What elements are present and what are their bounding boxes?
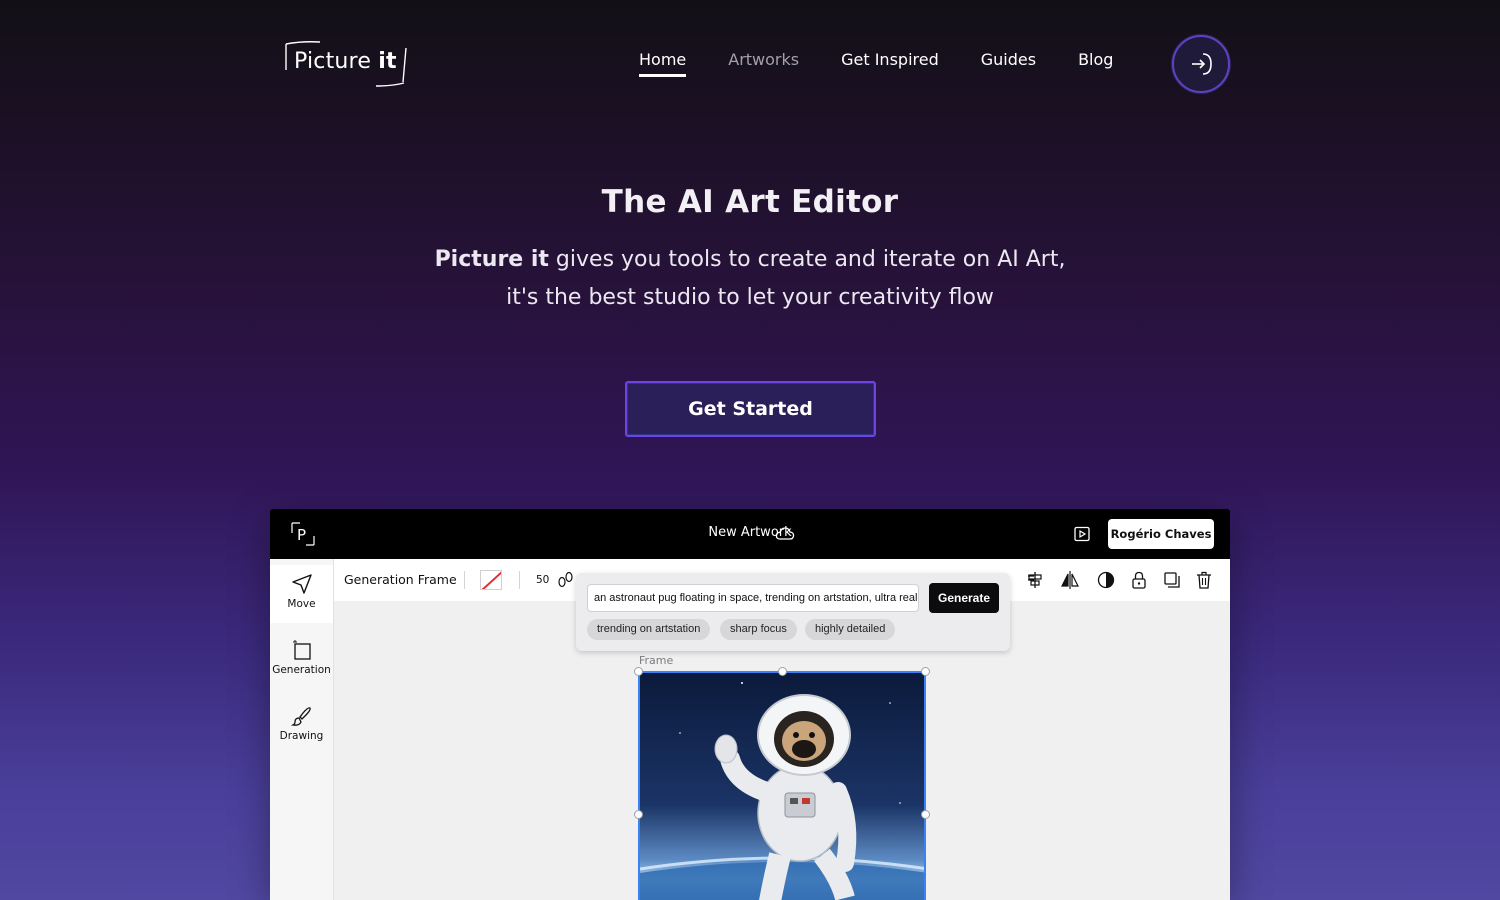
- tool-generation[interactable]: Generation: [270, 631, 333, 689]
- prompt-suggestion-chip[interactable]: trending on artstation: [587, 619, 711, 640]
- duplicate-icon[interactable]: [1162, 570, 1182, 590]
- frame-icon: [292, 640, 311, 660]
- hero-subtitle-line1: Picture it gives you tools to create and…: [434, 247, 1066, 272]
- prompt-suggestion-chip[interactable]: highly detailed: [805, 619, 896, 640]
- hero-title: The AI Art Editor: [601, 184, 899, 220]
- prompt-panel: an astronaut pug floating in space, tren…: [576, 573, 1010, 651]
- lock-icon[interactable]: [1130, 570, 1148, 590]
- top-nav: Picture it Home Artworks Get Inspired Gu…: [0, 0, 1500, 128]
- align-center-icon[interactable]: [1025, 570, 1045, 590]
- prompt-suggestion-chip[interactable]: sharp focus: [720, 619, 797, 640]
- trash-icon[interactable]: [1195, 570, 1213, 590]
- tool-sidebar: Move Generation Drawing: [270, 559, 334, 900]
- nav-link-blog[interactable]: Blog: [1078, 50, 1113, 77]
- no-color-icon: [481, 571, 501, 589]
- tool-drawing-label: Drawing: [279, 730, 324, 742]
- frame-label: Frame: [639, 654, 674, 667]
- tool-drawing[interactable]: Drawing: [270, 697, 333, 755]
- contrast-icon[interactable]: [1096, 570, 1116, 590]
- toolbar-divider: [519, 571, 520, 589]
- footsteps-icon[interactable]: [556, 570, 574, 590]
- cloud-sync-icon: [775, 527, 795, 540]
- toolbar-selection-label: Generation Frame: [344, 572, 457, 587]
- get-started-button[interactable]: Get Started: [625, 381, 876, 437]
- tool-move-label: Move: [287, 598, 316, 610]
- steps-value[interactable]: 50: [536, 574, 549, 586]
- app-preview: P New Artwork Rogério Chaves Move Genera…: [270, 509, 1230, 900]
- login-button[interactable]: [1172, 35, 1230, 93]
- resize-handle[interactable]: [778, 667, 787, 676]
- resize-handle[interactable]: [921, 810, 930, 819]
- tool-generation-label: Generation: [272, 664, 331, 676]
- brush-icon: [290, 707, 311, 726]
- present-icon[interactable]: [1073, 525, 1091, 543]
- nav-link-guides[interactable]: Guides: [981, 50, 1036, 77]
- picture-it-logo[interactable]: Picture it: [282, 40, 412, 90]
- resize-handle[interactable]: [634, 667, 643, 676]
- login-arrow-icon: [1192, 53, 1212, 75]
- hero-subtitle: Picture it gives you tools to create and…: [0, 241, 1500, 317]
- nav-links: Home Artworks Get Inspired Guides Blog: [639, 50, 1113, 77]
- app-top-bar: P New Artwork Rogério Chaves: [270, 509, 1230, 559]
- color-swatch[interactable]: [480, 570, 502, 590]
- nav-link-get-inspired[interactable]: Get Inspired: [841, 50, 939, 77]
- resize-handle[interactable]: [634, 810, 643, 819]
- cursor-arrow-icon: [291, 574, 312, 594]
- nav-link-home[interactable]: Home: [639, 50, 687, 77]
- resize-handle[interactable]: [921, 667, 930, 676]
- generate-button[interactable]: Generate: [929, 583, 999, 613]
- user-account-button[interactable]: Rogério Chaves: [1108, 519, 1214, 549]
- prompt-input[interactable]: an astronaut pug floating in space, tren…: [587, 584, 919, 612]
- hero-subtitle-line2: it's the best studio to let your creativ…: [506, 285, 994, 310]
- tool-move[interactable]: Move: [270, 565, 333, 623]
- generated-image-frame[interactable]: [638, 671, 926, 900]
- nav-link-artworks[interactable]: Artworks: [728, 50, 799, 77]
- astronaut-pug-image: [640, 673, 924, 900]
- flip-horizontal-icon[interactable]: [1060, 570, 1080, 590]
- logo-text: Picture it: [294, 49, 397, 74]
- toolbar-divider: [464, 571, 465, 589]
